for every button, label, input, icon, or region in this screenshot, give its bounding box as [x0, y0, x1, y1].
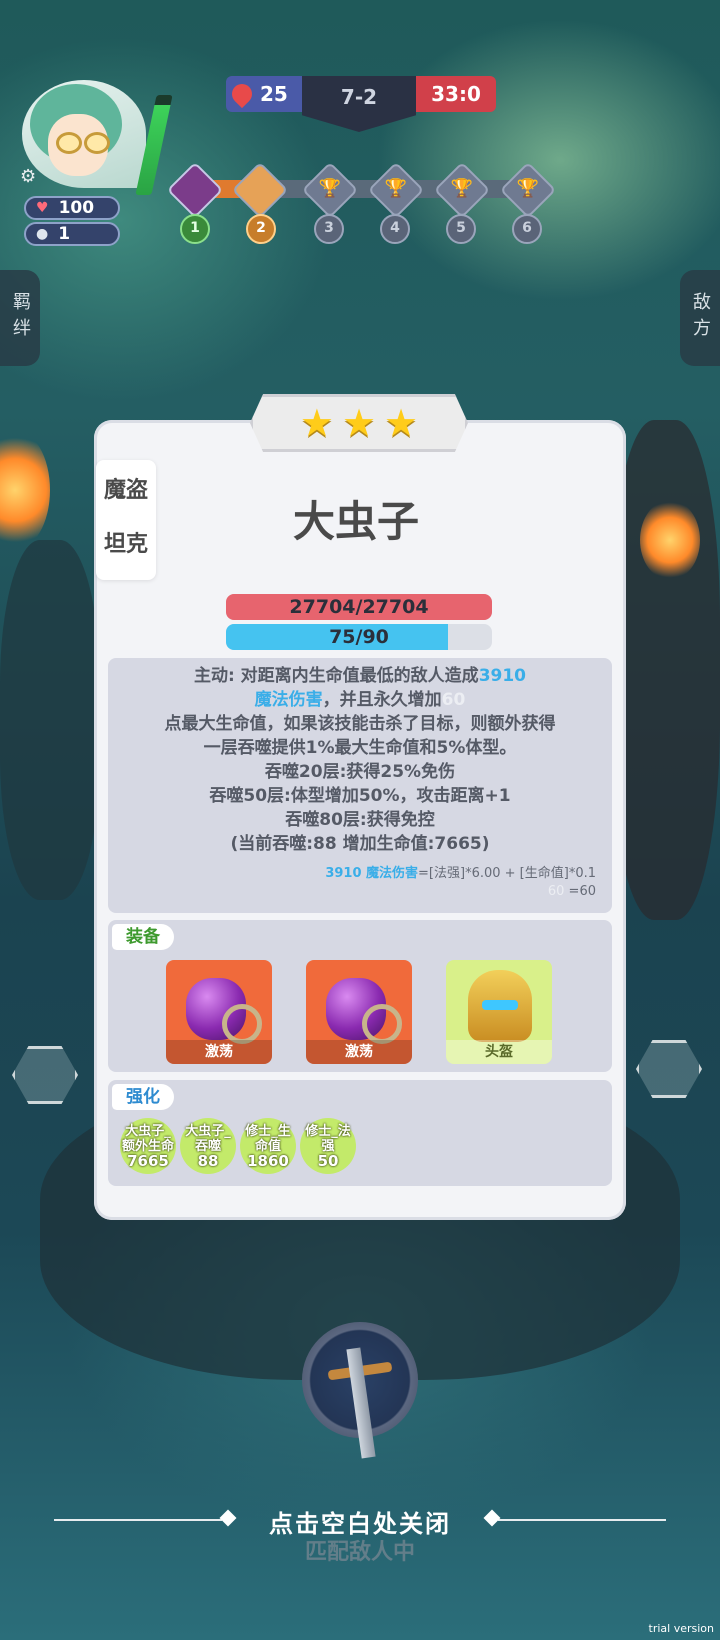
skill-formula: 3910 魔法伤害=[法强]*6.00 + [生命值]*0.1 60 =60 — [325, 865, 596, 901]
skill-hp-gain-value: 60 — [441, 690, 466, 710]
formula-term: 60 — [547, 884, 565, 899]
equipment-name: 激荡 — [306, 1040, 412, 1064]
player-avatar[interactable] — [22, 80, 146, 188]
right-cliff — [610, 420, 720, 920]
right-team-score: 33:0 — [416, 76, 496, 112]
equipment-slot[interactable]: 激荡 — [306, 960, 412, 1064]
right-score-value: 33:0 — [431, 82, 481, 106]
settings-gear-icon[interactable]: ⚙ — [20, 166, 36, 187]
star-icon: ★ — [341, 401, 377, 445]
stage-number: 2 — [246, 214, 276, 244]
equipment-name: 激荡 — [166, 1040, 272, 1064]
left-team-score: 25 — [226, 76, 302, 112]
skill-text: 吞噬80层:获得免控 — [285, 810, 435, 830]
matching-status: 匹配敌人中 — [304, 1540, 415, 1565]
enhance-value: 7665 — [127, 1151, 169, 1170]
stage-number: 6 — [512, 214, 542, 244]
synergy-tab[interactable]: 羁绊 — [0, 270, 40, 366]
enhance-value: 88 — [197, 1151, 219, 1170]
fire-effect — [640, 500, 700, 580]
skill-text: 吞噬50层:体型增加50%，攻击距离+1 — [209, 786, 511, 806]
skill-text: ，并且永久增加 — [322, 690, 442, 710]
glasses-right — [84, 132, 110, 154]
enhance-chip[interactable]: 大虫子_ 额外生命 7665 — [120, 1118, 176, 1174]
left-cliff — [0, 540, 100, 900]
trait-list: 魔盗 坦克 — [96, 460, 156, 580]
player-hp-pill: ♥ 100 — [24, 196, 120, 220]
glasses-left — [56, 132, 82, 154]
star-rating: ★ ★ ★ — [250, 394, 468, 452]
unit-name: 大虫子 — [292, 497, 419, 546]
equipment-name: 头盔 — [446, 1040, 552, 1064]
blood-drop-icon — [227, 79, 257, 109]
mana-text: 75/90 — [329, 626, 389, 648]
skill-description: 主动: 对距离内生命值最低的敌人造成3910 魔法伤害，并且永久增加60 点最大… — [108, 658, 612, 913]
enhance-chip[interactable]: 修士_法 强 50 — [300, 1118, 356, 1174]
trophy-icon: 🏆 — [516, 178, 540, 199]
enhance-name: 修士_法 — [305, 1123, 351, 1139]
player-hp: 100 — [58, 198, 95, 218]
stage-number: 1 — [180, 214, 210, 244]
stage-number: 3 — [314, 214, 344, 244]
enhance-chip[interactable]: 修士_生 命值 1860 — [240, 1118, 296, 1174]
skill-damage-value: 3910 — [478, 666, 527, 686]
battle-sword-button[interactable] — [302, 1322, 418, 1459]
coil-icon — [222, 1004, 262, 1044]
watermark: trial version — [648, 1622, 714, 1635]
star-icon: ★ — [299, 401, 334, 445]
enhance-name: 大虫子_ — [125, 1123, 171, 1139]
heart-icon: ♥ — [36, 200, 49, 216]
fire-effect — [0, 430, 50, 550]
trait-label[interactable]: 魔盗 — [96, 468, 156, 514]
enhance-name: 大虫子_ — [185, 1123, 231, 1139]
hex-tile — [12, 1046, 78, 1104]
unit-hp-bar: 27704/27704 — [226, 594, 492, 620]
trophy-icon: 🏆 — [318, 178, 342, 199]
skill-damage-type: 魔法伤害 — [254, 690, 323, 710]
formula-text: =[法强]*6.00 + [生命值]*0.1 — [418, 866, 596, 881]
stage-number: 5 — [446, 214, 476, 244]
equipment-slot[interactable]: 头盔 — [446, 960, 552, 1064]
skill-text: 主动: 对距离内生命值最低的敌人造成 — [193, 666, 479, 686]
enemy-tab[interactable]: 敌方 — [680, 270, 720, 366]
star-icon: ★ — [384, 401, 419, 445]
skill-text: 一层吞噬提供1%最大生命值和5%体型。 — [203, 738, 517, 758]
enhance-value: 1860 — [247, 1151, 289, 1170]
skill-text: 点最大生命值，如果该技能击杀了目标，则额外获得 — [164, 714, 556, 734]
player-coins: 1 — [58, 224, 71, 244]
skill-text: (当前吞噬:88 增加生命值:7665) — [230, 834, 490, 854]
hex-tile — [636, 1040, 702, 1098]
coil-icon — [362, 1004, 402, 1044]
enhance-value: 50 — [317, 1151, 339, 1170]
coin-stack-icon: ● — [36, 226, 49, 242]
golden-helmet-icon — [468, 970, 532, 1042]
hp-text: 27704/27704 — [289, 596, 429, 618]
helmet-visor — [482, 1000, 518, 1010]
enhance-name: 修士_生 — [245, 1123, 291, 1139]
unit-mana-bar: 75/90 — [226, 624, 492, 650]
round-value: 7-2 — [340, 85, 378, 109]
enhance-chip[interactable]: 大虫子_ 吞噬 88 — [180, 1118, 236, 1174]
stage-number: 4 — [380, 214, 410, 244]
player-coins-pill: ● 1 — [24, 222, 120, 246]
enhance-label: 强化 — [112, 1084, 174, 1110]
trophy-icon: 🏆 — [384, 178, 408, 199]
equipment-section: 装备 激荡 激荡 头盔 — [108, 920, 612, 1072]
enhance-section: 强化 大虫子_ 额外生命 7665 大虫子_ 吞噬 88 修士_生 命值 186… — [108, 1080, 612, 1186]
formula-term: 3910 魔法伤害 — [325, 866, 419, 881]
trophy-icon: 🏆 — [450, 178, 474, 199]
equipment-slot[interactable]: 激荡 — [166, 960, 272, 1064]
equipment-label: 装备 — [112, 924, 174, 950]
trait-label[interactable]: 坦克 — [96, 522, 156, 568]
skill-text: 吞噬20层:获得25%免伤 — [264, 762, 456, 782]
formula-text: =60 — [564, 884, 596, 899]
left-score-value: 25 — [260, 82, 288, 106]
